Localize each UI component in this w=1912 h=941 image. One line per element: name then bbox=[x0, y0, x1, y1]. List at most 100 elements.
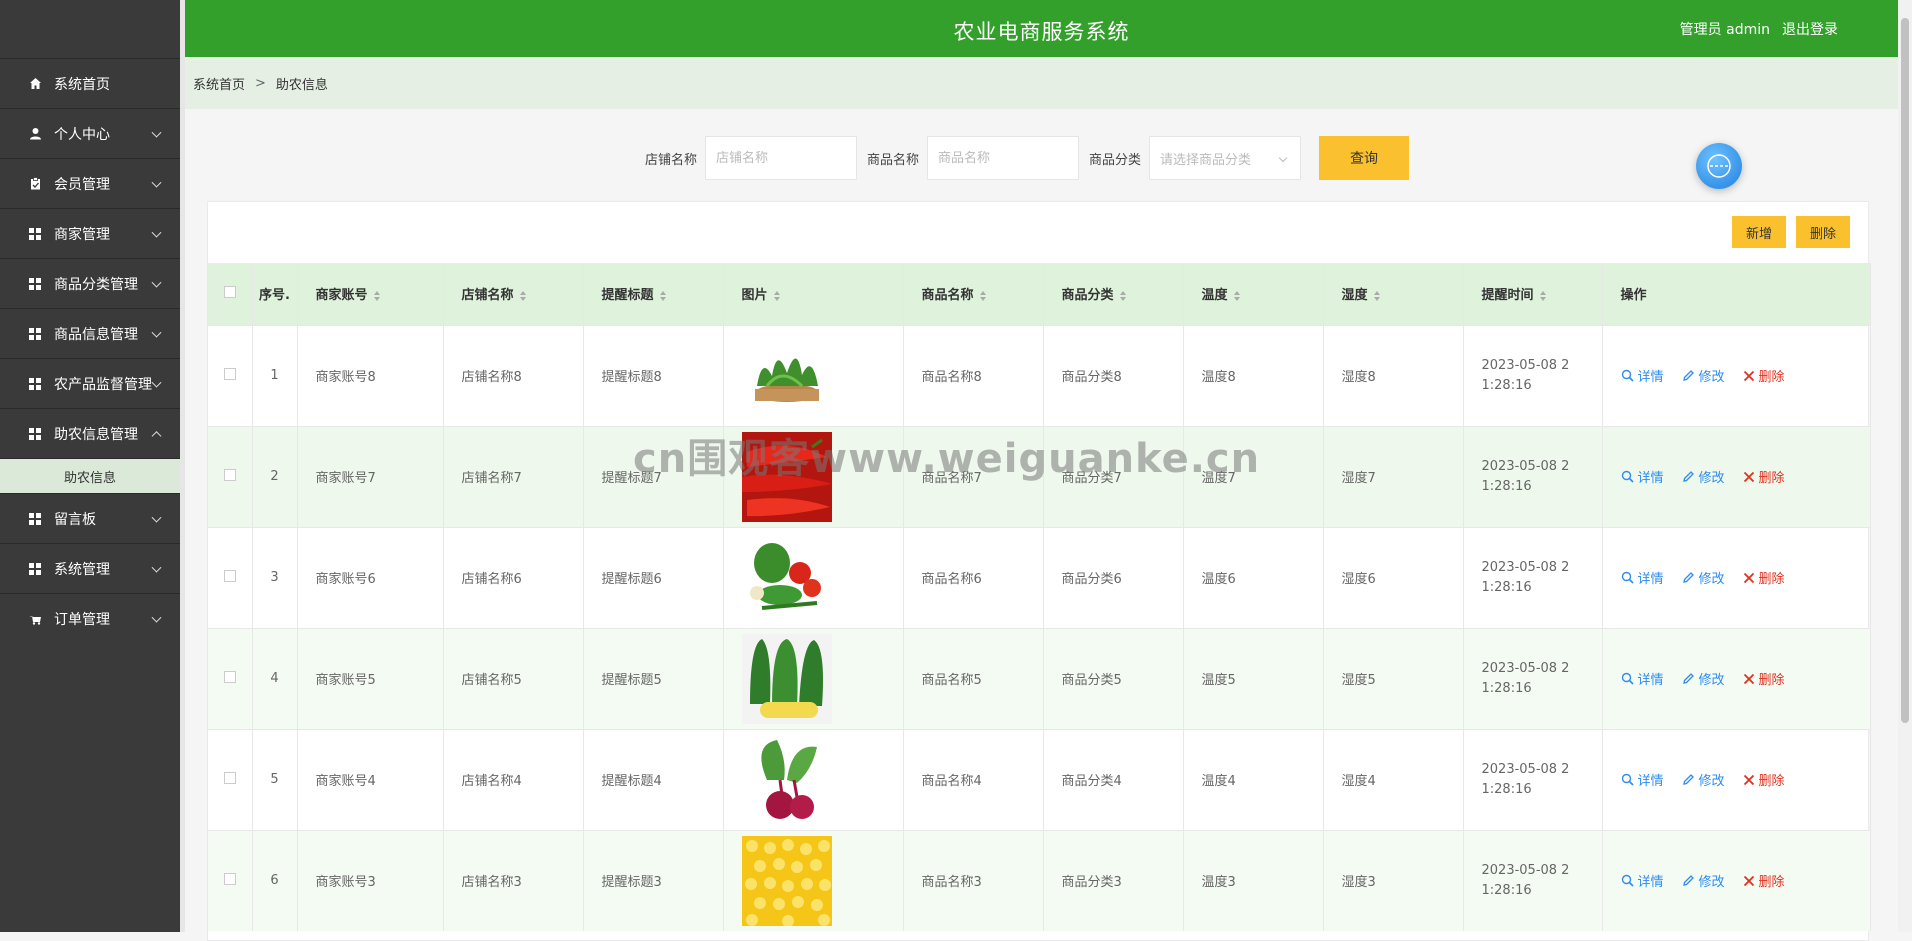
row-delete-button[interactable]: 删除 bbox=[1743, 366, 1785, 385]
col-title[interactable]: 提醒标题 bbox=[583, 263, 724, 325]
col-product[interactable]: 商品名称 bbox=[903, 263, 1044, 325]
row-checkbox[interactable] bbox=[223, 670, 236, 683]
sidebar-item[interactable]: 个人中心 bbox=[0, 108, 180, 158]
edit-icon bbox=[1682, 673, 1694, 684]
col-account[interactable]: 商家账号 bbox=[297, 263, 444, 325]
sort-icon[interactable] bbox=[659, 290, 666, 301]
cell-image[interactable] bbox=[723, 527, 904, 628]
row-delete-button[interactable]: 删除 bbox=[1743, 871, 1785, 890]
product-image[interactable] bbox=[741, 431, 903, 522]
col-category[interactable]: 商品分类 bbox=[1043, 263, 1184, 325]
grid-icon bbox=[28, 512, 42, 526]
sidebar-item[interactable]: 系统管理 bbox=[0, 543, 180, 593]
breadcrumb-home[interactable]: 系统首页 bbox=[193, 74, 245, 93]
row-delete-button[interactable]: 删除 bbox=[1743, 669, 1785, 688]
sidebar-item[interactable]: 助农信息管理 bbox=[0, 408, 180, 458]
edit-button[interactable]: 修改 bbox=[1682, 568, 1725, 587]
time-text: 2023-05-08 21:28:16 bbox=[1481, 761, 1570, 797]
col-humidity[interactable]: 湿度 bbox=[1323, 263, 1464, 325]
data-panel: 新增 删除 序号. 商家账号 店铺名称 提醒标题 图片 商品名称 商品分类 温度… bbox=[207, 201, 1871, 941]
search-icon bbox=[1621, 369, 1634, 382]
cell-shop: 店铺名称3 bbox=[443, 830, 584, 931]
col-shop[interactable]: 店铺名称 bbox=[443, 263, 584, 325]
detail-button[interactable]: 详情 bbox=[1621, 568, 1664, 587]
product-image[interactable] bbox=[741, 532, 903, 623]
sidebar-item[interactable]: 系统首页 bbox=[0, 58, 180, 108]
cell-shop: 店铺名称5 bbox=[443, 628, 584, 729]
sidebar-item-label: 系统管理 bbox=[54, 561, 110, 578]
category-select[interactable]: 请选择商品分类 bbox=[1149, 136, 1302, 180]
floating-assist-button[interactable] bbox=[1696, 143, 1742, 189]
cell-image[interactable] bbox=[723, 628, 904, 729]
add-button[interactable]: 新增 bbox=[1731, 216, 1786, 248]
cell-image[interactable] bbox=[723, 426, 904, 527]
row-checkbox[interactable] bbox=[223, 367, 236, 380]
select-all-checkbox[interactable] bbox=[223, 285, 236, 298]
cart-icon bbox=[28, 612, 42, 626]
sidebar-item-label: 商品信息管理 bbox=[54, 326, 138, 343]
scrollbar-thumb[interactable] bbox=[1901, 18, 1909, 723]
sort-icon[interactable] bbox=[1539, 290, 1546, 301]
detail-button[interactable]: 详情 bbox=[1621, 669, 1664, 688]
sidebar-item[interactable]: 会员管理 bbox=[0, 158, 180, 208]
edit-button[interactable]: 修改 bbox=[1682, 770, 1725, 789]
row-checkbox[interactable] bbox=[223, 569, 236, 582]
chevron-down-icon bbox=[151, 127, 162, 138]
detail-button[interactable]: 详情 bbox=[1621, 871, 1664, 890]
search-icon bbox=[1621, 470, 1634, 483]
sort-icon[interactable] bbox=[519, 290, 526, 301]
row-checkbox[interactable] bbox=[223, 468, 236, 481]
edit-button[interactable]: 修改 bbox=[1682, 366, 1725, 385]
sort-icon[interactable] bbox=[1119, 290, 1126, 301]
sidebar-item[interactable]: 商品信息管理 bbox=[0, 308, 180, 358]
product-image[interactable] bbox=[741, 633, 903, 724]
cell-image[interactable] bbox=[723, 325, 904, 426]
sidebar: 系统首页 个人中心 会员管理 商家管理 商品分类管理商品信息管理农产品监督管理 助农信息管… bbox=[0, 0, 180, 932]
sort-icon[interactable] bbox=[1233, 290, 1240, 301]
col-image[interactable]: 图片 bbox=[723, 263, 904, 325]
edit-button[interactable]: 修改 bbox=[1682, 871, 1725, 890]
row-delete-button[interactable]: 删除 bbox=[1743, 467, 1785, 486]
cell-image[interactable] bbox=[723, 830, 904, 931]
edit-button[interactable]: 修改 bbox=[1682, 669, 1725, 688]
row-delete-button[interactable]: 删除 bbox=[1743, 568, 1785, 587]
sidebar-item[interactable]: 农产品监督管理 bbox=[0, 358, 180, 408]
sidebar-subitem[interactable]: 助农信息 bbox=[0, 458, 180, 493]
row-delete-button[interactable]: 删除 bbox=[1743, 770, 1785, 789]
cell-temp: 温度7 bbox=[1183, 426, 1324, 527]
query-button[interactable]: 查询 bbox=[1319, 136, 1410, 180]
cell-shop: 店铺名称6 bbox=[443, 527, 584, 628]
product-image[interactable] bbox=[741, 835, 903, 926]
edit-icon bbox=[1682, 572, 1694, 583]
detail-button[interactable]: 详情 bbox=[1621, 366, 1664, 385]
sidebar-item[interactable]: 商家管理 bbox=[0, 208, 180, 258]
col-time[interactable]: 提醒时间 bbox=[1463, 263, 1603, 325]
sort-icon[interactable] bbox=[1373, 290, 1380, 301]
cell-image[interactable] bbox=[723, 729, 904, 830]
sidebar-item[interactable]: 留言板 bbox=[0, 493, 180, 543]
sort-icon[interactable] bbox=[373, 290, 380, 301]
cell-account: 商家账号7 bbox=[297, 426, 444, 527]
page-scrollbar[interactable] bbox=[1898, 0, 1912, 932]
sidebar-item[interactable]: 订单管理 bbox=[0, 593, 180, 643]
sort-icon[interactable] bbox=[979, 290, 986, 301]
logout-link[interactable]: 退出登录 bbox=[1782, 19, 1838, 39]
detail-button[interactable]: 详情 bbox=[1621, 770, 1664, 789]
col-temp[interactable]: 温度 bbox=[1183, 263, 1324, 325]
row-actions: 详情 修改 删除 bbox=[1621, 669, 1870, 688]
product-image[interactable] bbox=[741, 330, 903, 421]
shop-name-input[interactable] bbox=[705, 136, 858, 180]
assist-icon bbox=[1707, 154, 1731, 178]
row-checkbox[interactable] bbox=[223, 872, 236, 885]
cell-product: 商品名称5 bbox=[903, 628, 1044, 729]
breadcrumb-separator: > bbox=[255, 75, 266, 91]
delete-button[interactable]: 删除 bbox=[1795, 216, 1850, 248]
sort-icon[interactable] bbox=[773, 290, 780, 301]
product-name-input[interactable] bbox=[927, 136, 1080, 180]
cell-humidity: 湿度4 bbox=[1323, 729, 1464, 830]
sidebar-item[interactable]: 商品分类管理 bbox=[0, 258, 180, 308]
row-checkbox[interactable] bbox=[223, 771, 236, 784]
edit-button[interactable]: 修改 bbox=[1682, 467, 1725, 486]
detail-button[interactable]: 详情 bbox=[1621, 467, 1664, 486]
product-image[interactable] bbox=[741, 734, 903, 825]
